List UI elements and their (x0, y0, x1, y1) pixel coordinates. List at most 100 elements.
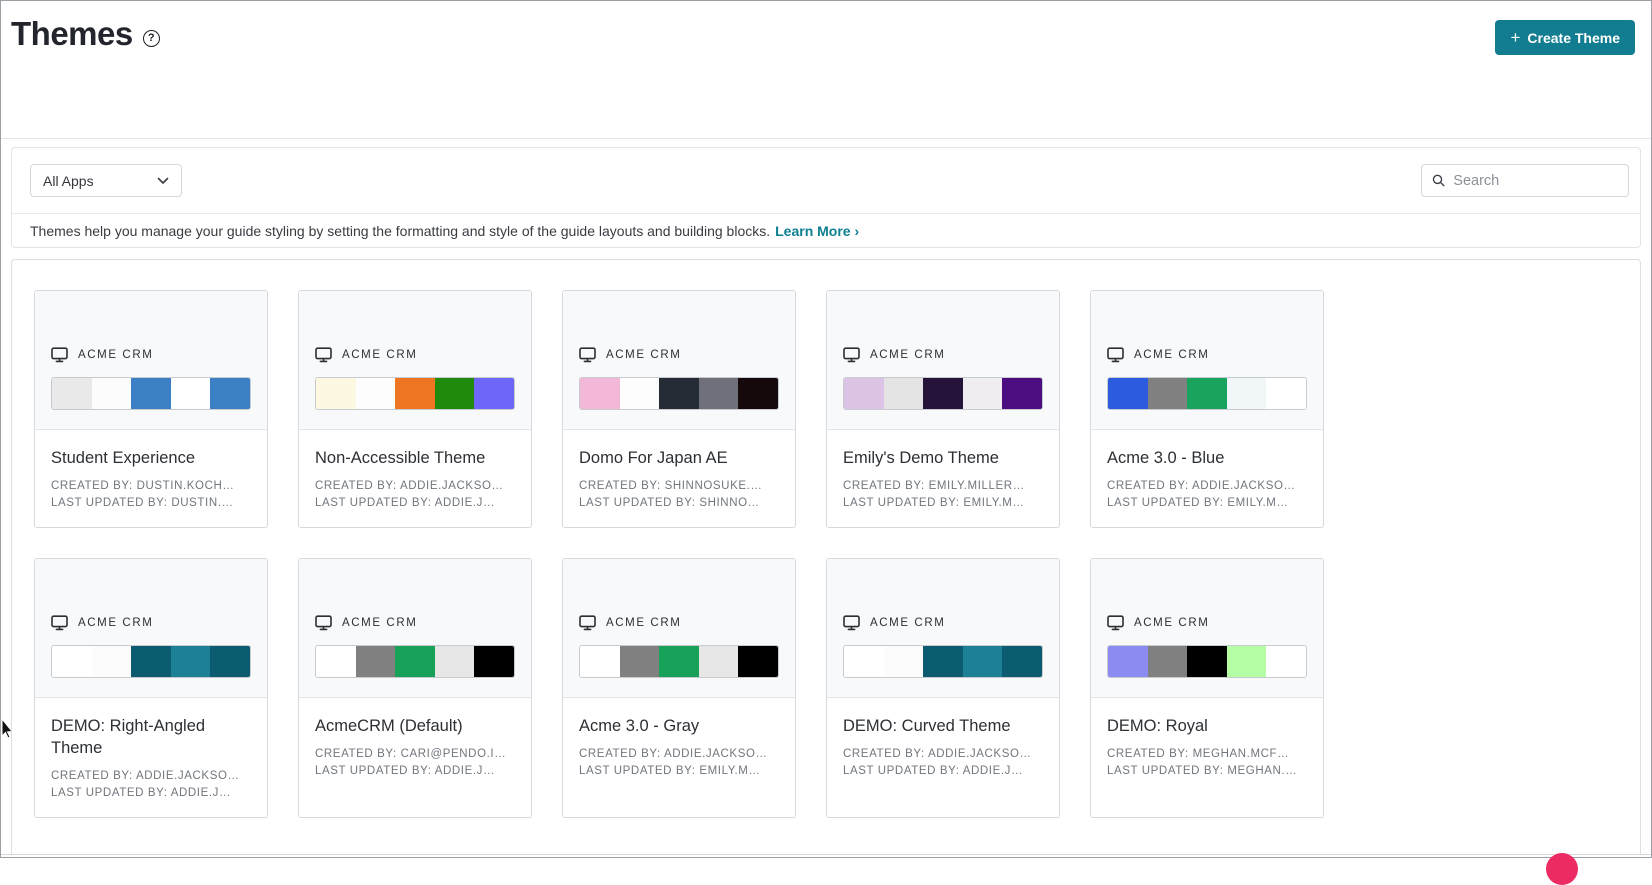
search-icon (1432, 174, 1445, 187)
bottom-divider (1, 854, 1651, 855)
monitor-icon (1107, 615, 1124, 631)
theme-card[interactable]: ACME CRM AcmeCRM (Default) CREATED BY: C… (298, 558, 532, 818)
palette-swatch (738, 646, 778, 677)
app-name-label: ACME CRM (1134, 617, 1210, 629)
palette-swatch (1187, 646, 1227, 677)
theme-card[interactable]: ACME CRM DEMO: Royal CREATED BY: MEGHAN.… (1090, 558, 1324, 818)
palette-swatch (474, 378, 514, 409)
monitor-icon (843, 615, 860, 631)
monitor-icon (51, 615, 68, 631)
app-filter-value: All Apps (43, 172, 94, 189)
palette-swatch (1147, 646, 1188, 677)
palette-swatch (844, 378, 884, 409)
theme-card-details: DEMO: Right-Angled Theme CREATED BY: ADD… (35, 698, 267, 817)
palette-swatch (659, 646, 699, 677)
theme-created-by: CREATED BY: ADDIE.JACKSO… (843, 748, 1032, 760)
app-filter-select[interactable]: All Apps (30, 164, 182, 197)
theme-card-preview: ACME CRM (299, 291, 531, 430)
palette-swatch (91, 378, 132, 409)
palette-swatch (1266, 646, 1306, 677)
theme-color-palette (1107, 645, 1307, 678)
theme-created-by: CREATED BY: SHINNOSUKE.… (579, 480, 763, 492)
theme-card[interactable]: ACME CRM Domo For Japan AE CREATED BY: S… (562, 290, 796, 528)
theme-card[interactable]: ACME CRM DEMO: Right-Angled Theme CREATE… (34, 558, 268, 818)
theme-updated-by: LAST UPDATED BY: ADDIE.J… (315, 765, 496, 777)
palette-swatch (91, 646, 132, 677)
monitor-icon (843, 347, 860, 363)
theme-name: DEMO: Royal (1107, 717, 1208, 735)
theme-created-by: CREATED BY: EMILY.MILLER… (843, 480, 1025, 492)
theme-color-palette (51, 377, 251, 410)
theme-color-palette (51, 645, 251, 678)
palette-swatch (962, 646, 1003, 677)
monitor-icon (579, 347, 596, 363)
app-name-label: ACME CRM (78, 617, 154, 629)
theme-card[interactable]: ACME CRM Emily's Demo Theme CREATED BY: … (826, 290, 1060, 528)
filter-panel: All Apps Themes help you manage your gui… (11, 147, 1641, 248)
theme-card-preview: ACME CRM (1091, 559, 1323, 698)
theme-color-palette (843, 645, 1043, 678)
palette-swatch (316, 378, 356, 409)
palette-swatch (923, 378, 963, 409)
create-theme-button[interactable]: + Create Theme (1495, 20, 1635, 55)
theme-card-preview: ACME CRM (563, 291, 795, 430)
theme-card-preview: ACME CRM (827, 291, 1059, 430)
palette-swatch (1266, 378, 1306, 409)
theme-card-details: DEMO: Royal CREATED BY: MEGHAN.MCF… LAST… (1091, 698, 1323, 817)
theme-updated-by: LAST UPDATED BY: SHINNO… (579, 497, 760, 509)
themes-panel: ACME CRM Student Experience CREATED BY: … (11, 259, 1641, 854)
theme-name: Acme 3.0 - Blue (1107, 449, 1225, 467)
theme-card-details: AcmeCRM (Default) CREATED BY: CARI@PENDO… (299, 698, 531, 817)
app-name-label: ACME CRM (606, 617, 682, 629)
palette-swatch (355, 378, 396, 409)
palette-swatch (962, 378, 1003, 409)
theme-updated-by: LAST UPDATED BY: EMILY.M… (579, 765, 761, 777)
app-name-label: ACME CRM (870, 349, 946, 361)
palette-swatch (1108, 646, 1148, 677)
palette-swatch (923, 646, 963, 677)
theme-card-preview: ACME CRM (35, 559, 267, 698)
theme-card[interactable]: ACME CRM Acme 3.0 - Blue CREATED BY: ADD… (1090, 290, 1324, 528)
theme-card-details: Domo For Japan AE CREATED BY: SHINNOSUKE… (563, 430, 795, 527)
theme-name: Acme 3.0 - Gray (579, 717, 700, 735)
theme-updated-by: LAST UPDATED BY: ADDIE.J… (51, 787, 232, 799)
learn-more-link[interactable]: Learn More › (775, 223, 859, 239)
themes-grid: ACME CRM Student Experience CREATED BY: … (12, 260, 1640, 848)
theme-name: Student Experience (51, 449, 196, 467)
palette-swatch (580, 378, 620, 409)
app-name-label: ACME CRM (606, 349, 682, 361)
palette-swatch (1226, 378, 1267, 409)
theme-card-preview: ACME CRM (1091, 291, 1323, 430)
palette-swatch (395, 378, 435, 409)
theme-created-by: CREATED BY: CARI@PENDO.I… (315, 748, 507, 760)
search-field[interactable] (1421, 164, 1629, 197)
palette-swatch (1002, 646, 1042, 677)
theme-card-preview: ACME CRM (299, 559, 531, 698)
palette-swatch (434, 378, 475, 409)
page-header: Themes ? + Create Theme (1, 1, 1651, 139)
theme-color-palette (579, 377, 779, 410)
page-title: Themes (11, 15, 133, 52)
theme-name: Non-Accessible Theme (315, 449, 486, 467)
theme-card[interactable]: ACME CRM Student Experience CREATED BY: … (34, 290, 268, 528)
create-theme-button-label: Create Theme (1527, 29, 1620, 46)
theme-created-by: CREATED BY: ADDIE.JACKSO… (579, 748, 768, 760)
theme-updated-by: LAST UPDATED BY: EMILY.M… (843, 497, 1025, 509)
theme-card-preview: ACME CRM (563, 559, 795, 698)
theme-card-preview: ACME CRM (827, 559, 1059, 698)
palette-swatch (474, 646, 514, 677)
palette-swatch (580, 646, 620, 677)
search-input[interactable] (1453, 172, 1618, 189)
theme-card[interactable]: ACME CRM Acme 3.0 - Gray CREATED BY: ADD… (562, 558, 796, 818)
palette-swatch (738, 378, 778, 409)
theme-created-by: CREATED BY: MEGHAN.MCF… (1107, 748, 1290, 760)
theme-card[interactable]: ACME CRM DEMO: Curved Theme CREATED BY: … (826, 558, 1060, 818)
palette-swatch (434, 646, 475, 677)
theme-created-by: CREATED BY: ADDIE.JACKSO… (51, 770, 240, 782)
theme-card-details: Acme 3.0 - Gray CREATED BY: ADDIE.JACKSO… (563, 698, 795, 817)
palette-swatch (1108, 378, 1148, 409)
help-icon[interactable]: ? (142, 29, 160, 47)
theme-card[interactable]: ACME CRM Non-Accessible Theme CREATED BY… (298, 290, 532, 528)
palette-swatch (698, 378, 739, 409)
monitor-icon (579, 615, 596, 631)
